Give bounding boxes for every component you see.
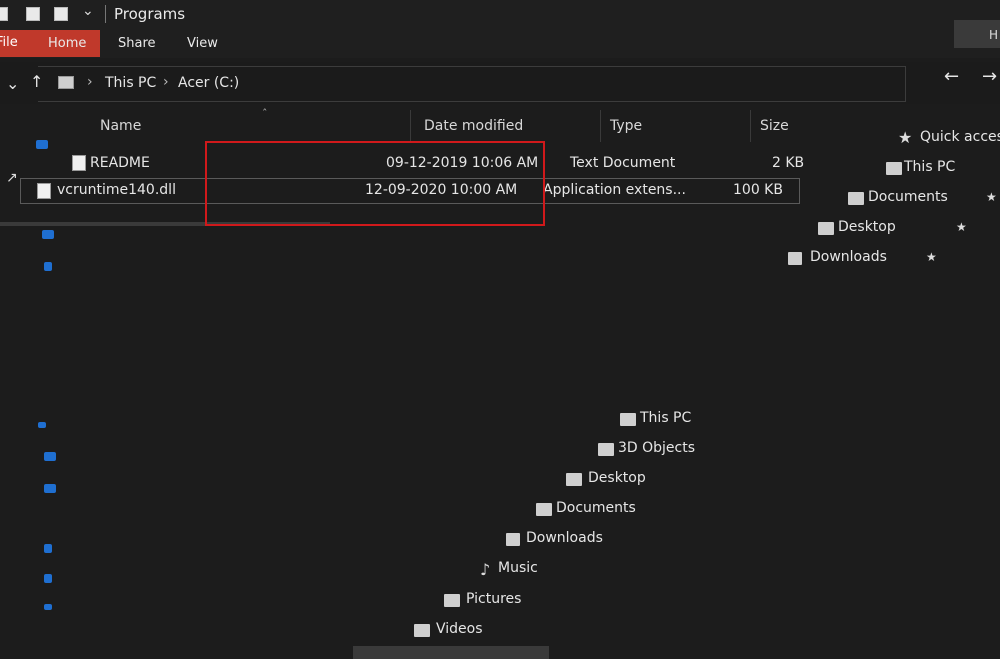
downloads-icon [788,252,802,265]
file-type: Application extens... [543,182,686,198]
column-header-size[interactable]: Size [760,118,789,134]
column-header-type[interactable]: Type [610,118,642,134]
downloads-icon [44,544,52,553]
window-title: Programs [114,5,186,23]
pin-icon[interactable]: ★ [926,250,937,264]
app-icon [0,7,8,21]
star-icon: ★ [898,128,913,147]
music-icon: ♪ [480,560,491,579]
column-header-name[interactable]: Name [100,118,141,134]
breadcrumb-this-pc[interactable]: This PC [105,75,156,91]
nav-strip-icon [44,452,56,461]
nav-item-quick-access[interactable]: Quick access [920,129,1000,145]
scrollbar-thumb[interactable] [353,646,549,659]
computer-icon [886,162,902,175]
nav-item-3d-objects[interactable]: 3D Objects [618,440,695,456]
desktop-icon [818,222,834,235]
help-tab-label: H [989,28,999,42]
nav-strip-icon [36,140,48,149]
nav-item-downloads[interactable]: Downloads [810,249,887,265]
computer-icon [58,76,74,89]
column-divider[interactable] [750,110,751,142]
file-size: 100 KB [733,182,783,198]
forward-arrow-icon[interactable]: → [982,66,997,87]
tab-file-label: File [0,35,18,50]
pictures-icon [44,604,52,610]
music-icon [44,574,52,583]
nav-item-desktop[interactable]: Desktop [838,219,896,235]
nav-strip-icon [42,230,54,239]
dll-file-icon [37,183,51,199]
help-tab[interactable]: H [954,20,1000,48]
downloads-icon [506,533,520,546]
3d-objects-icon [598,443,614,456]
pin-icon: ↗ [6,170,18,186]
desktop-icon [44,484,56,493]
pictures-icon [444,594,460,607]
nav-item-downloads[interactable]: Downloads [526,530,603,546]
file-size: 2 KB [772,155,805,171]
nav-item-this-pc[interactable]: This PC [640,410,691,426]
breadcrumb-drive[interactable]: Acer (C:) [178,75,239,91]
desktop-icon [566,473,582,486]
pin-icon[interactable]: ★ [956,220,967,234]
nav-item-videos[interactable]: Videos [436,621,483,637]
highlight-box [205,141,545,226]
documents-icon [848,192,864,205]
documents-icon [536,503,552,516]
nav-item-this-pc[interactable]: This PC [904,159,955,175]
title-bar: ⌄ Programs [0,0,1000,30]
customize-toolbar-chevron-icon[interactable]: ⌄ [82,3,94,19]
nav-item-music[interactable]: Music [498,560,538,576]
column-divider[interactable] [600,110,601,142]
file-name: README [90,155,150,171]
sort-chevron-up-icon: ˆ [262,107,268,120]
column-header-date-modified[interactable]: Date modified [424,118,523,134]
tab-share[interactable]: Share [118,36,156,51]
nav-item-desktop[interactable]: Desktop [588,470,646,486]
nav-item-documents[interactable]: Documents [868,189,948,205]
file-type: Text Document [570,155,676,171]
nav-item-documents[interactable]: Documents [556,500,636,516]
nav-item-pictures[interactable]: Pictures [466,591,521,607]
nav-strip-icon [38,422,46,428]
properties-icon[interactable] [26,7,40,21]
tab-home[interactable]: Home [48,36,86,51]
back-arrow-icon[interactable]: ← [944,66,959,87]
breadcrumb-separator: › [87,74,93,90]
new-folder-icon[interactable] [54,7,68,21]
file-name: vcruntime140.dll [57,182,176,198]
text-file-icon [72,155,86,171]
computer-icon [620,413,636,426]
breadcrumb-separator: › [163,74,169,90]
title-separator [105,5,106,23]
column-divider[interactable] [410,110,411,142]
pin-icon[interactable]: ★ [986,190,997,204]
downloads-icon [44,262,52,271]
videos-icon [414,624,430,637]
tab-view[interactable]: View [187,36,218,51]
recent-locations-chevron-icon[interactable]: ⌄ [6,74,19,93]
